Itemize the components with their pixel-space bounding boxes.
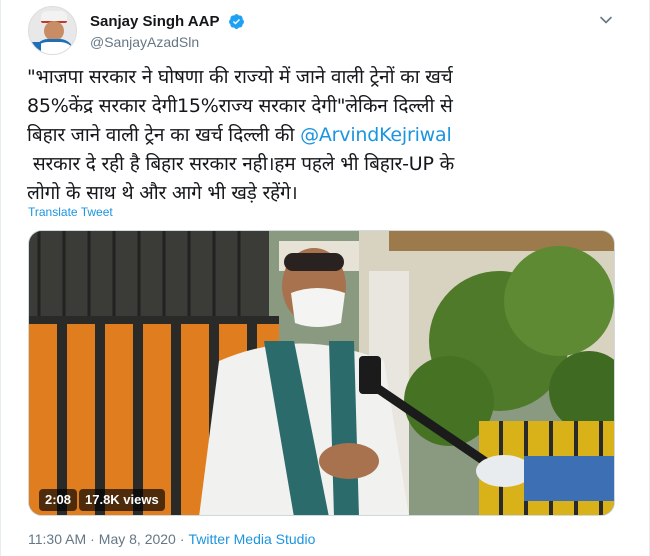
tweet-card: Sanjay Singh AAP @SanjayAzadSln "भाजपा स… bbox=[0, 0, 650, 556]
avatar[interactable] bbox=[28, 6, 77, 55]
tweet-time[interactable]: 11:30 AM bbox=[28, 531, 86, 547]
tweet-text-line: 85%केंद्र सरकार देगी15%राज्य सरकार देगी"… bbox=[27, 95, 453, 117]
separator: · bbox=[179, 531, 185, 547]
tweet-text: "भाजपा सरकार ने घोषणा की राज्यो में जाने… bbox=[27, 63, 617, 208]
handle[interactable]: @SanjayAzadSln bbox=[90, 34, 245, 50]
verified-badge-icon bbox=[228, 14, 244, 29]
video-views: 17.8K views bbox=[79, 489, 165, 511]
tweet-header: Sanjay Singh AAP @SanjayAzadSln bbox=[28, 6, 628, 56]
translate-tweet-link[interactable]: Translate Tweet bbox=[28, 205, 113, 219]
avatar-logo bbox=[31, 42, 41, 52]
display-name[interactable]: Sanjay Singh AAP bbox=[90, 13, 219, 30]
separator: · bbox=[90, 531, 95, 547]
video-player[interactable]: 2:08 17.8K views bbox=[28, 230, 615, 516]
tweet-footer: 11:30 AM · May 8, 2020 · Twitter Media Studi… bbox=[28, 531, 315, 547]
tweet-source-link[interactable]: Twitter Media Studio bbox=[189, 531, 316, 547]
tweet-text-line: सरकार दे रही है बिहार सरकार नही।हम पहले … bbox=[27, 153, 454, 175]
author-names: Sanjay Singh AAP @SanjayAzadSln bbox=[90, 11, 245, 50]
tweet-text-line: लोगो के साथ थे और आगे भी खड़े रहेंगे। bbox=[27, 182, 298, 204]
tweet-text-line: बिहार जाने वाली ट्रेन का खर्च दिल्ली की bbox=[27, 124, 301, 146]
video-frame bbox=[29, 231, 614, 515]
mention-link[interactable]: @ArvindKejriwal bbox=[300, 124, 452, 146]
tweet-date[interactable]: May 8, 2020 bbox=[99, 531, 176, 547]
avatar-face bbox=[44, 21, 64, 41]
chevron-down-icon[interactable] bbox=[598, 12, 614, 28]
tweet-text-line: "भाजपा सरकार ने घोषणा की राज्यो में जाने… bbox=[27, 66, 453, 88]
video-duration: 2:08 bbox=[39, 489, 78, 511]
